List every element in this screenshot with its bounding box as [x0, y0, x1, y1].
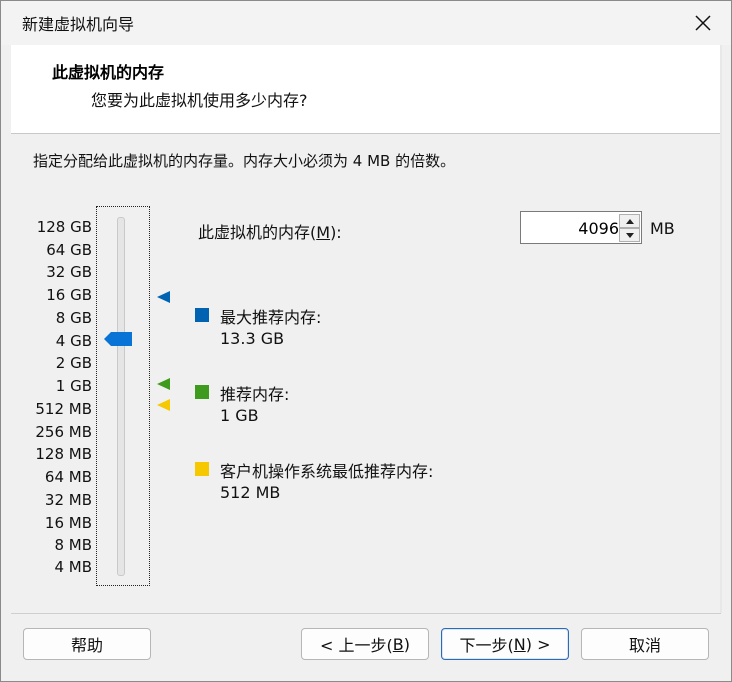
scale-label: 2 GB — [55, 354, 92, 372]
scale-label: 16 MB — [44, 514, 92, 532]
cancel-button[interactable]: 取消 — [581, 628, 709, 660]
scale-label: 256 MB — [35, 423, 92, 441]
spin-up-icon — [625, 218, 634, 224]
scale-label: 512 MB — [35, 400, 92, 418]
back-button[interactable]: < 上一步(B) — [301, 628, 429, 660]
page-title: 此虚拟机的内存 — [52, 63, 165, 82]
scale-label: 16 GB — [46, 286, 92, 304]
memory-label: 此虚拟机的内存(M): — [198, 223, 342, 242]
min-recommended-label: 客户机操作系统最低推荐内存: — [220, 462, 434, 481]
max-recommended-value: 13.3 GB — [220, 329, 285, 348]
memory-input[interactable] — [521, 212, 623, 245]
recommended-value: 1 GB — [220, 406, 259, 425]
recommended-label: 推荐内存: — [220, 385, 290, 404]
new-vm-wizard-window: 新建虚拟机向导 此虚拟机的内存 您要为此虚拟机使用多少内存? 指定分配给此虚拟机… — [0, 0, 732, 682]
scale-label: 128 GB — [36, 218, 92, 236]
memory-spinbox[interactable] — [520, 211, 642, 245]
min-recommended-value: 512 MB — [220, 483, 281, 502]
slider-track[interactable] — [117, 217, 125, 576]
wizard-header: 此虚拟机的内存 您要为此虚拟机使用多少内存? — [11, 45, 721, 134]
help-button[interactable]: 帮助 — [23, 628, 151, 660]
window-title: 新建虚拟机向导 — [22, 15, 135, 34]
scale-label: 4 MB — [54, 558, 92, 576]
min-recommended-marker-icon — [157, 399, 170, 411]
max-recommended-label: 最大推荐内存: — [220, 308, 322, 327]
close-button[interactable] — [675, 1, 731, 45]
max-recommended-swatch-icon — [195, 308, 209, 322]
scale-label: 32 MB — [44, 491, 92, 509]
page-subtitle: 您要为此虚拟机使用多少内存? — [91, 91, 308, 110]
description-text: 指定分配给此虚拟机的内存量。内存大小必须为 4 MB 的倍数。 — [33, 152, 456, 170]
min-recommended-swatch-icon — [195, 462, 209, 476]
recommended-marker-icon — [157, 378, 170, 390]
close-icon — [695, 15, 711, 31]
scale-label: 64 GB — [46, 241, 92, 259]
scale-label: 8 MB — [54, 536, 92, 554]
scale-label: 32 GB — [46, 263, 92, 281]
divider — [720, 45, 722, 613]
scale-label: 8 GB — [55, 309, 92, 327]
title-bar: 新建虚拟机向导 — [1, 1, 731, 45]
scale-label: 1 GB — [55, 377, 92, 395]
recommended-swatch-icon — [195, 385, 209, 399]
spin-down-button[interactable] — [619, 228, 640, 242]
memory-unit: MB — [650, 219, 675, 238]
slider-thumb[interactable] — [104, 332, 132, 346]
max-recommended-marker-icon — [157, 291, 170, 303]
next-button[interactable]: 下一步(N) > — [441, 628, 569, 660]
scale-label: 64 MB — [44, 468, 92, 486]
spin-up-button[interactable] — [619, 214, 640, 228]
scale-label: 128 MB — [35, 445, 92, 463]
scale-label: 4 GB — [55, 332, 92, 350]
spin-down-icon — [625, 232, 634, 238]
